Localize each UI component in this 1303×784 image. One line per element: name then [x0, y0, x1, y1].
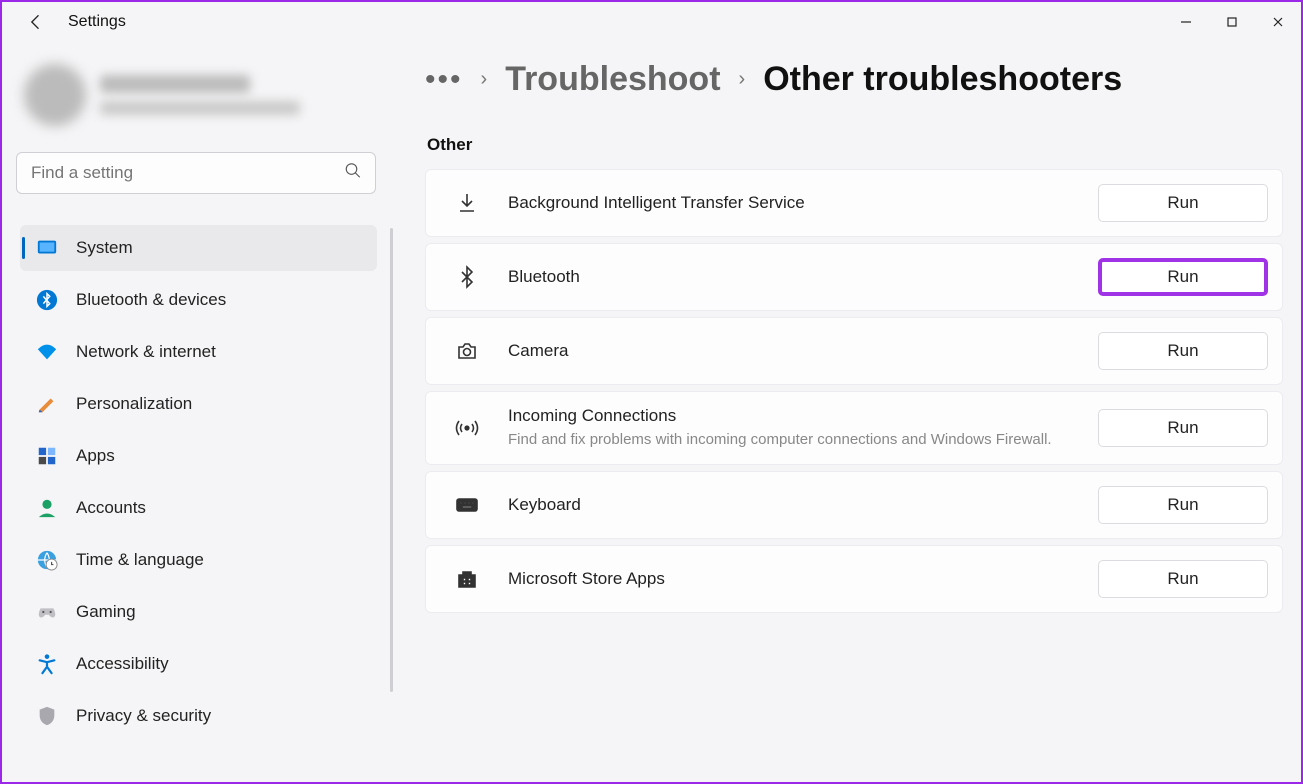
sidebar-item-accessibility[interactable]: Accessibility	[20, 641, 377, 687]
app-title: Settings	[68, 13, 126, 31]
personalization-icon	[36, 393, 58, 415]
troubleshooter-card: Incoming Connections Find and fix proble…	[425, 391, 1283, 465]
profile-name	[100, 75, 250, 93]
search-icon	[344, 162, 362, 185]
profile-block[interactable]	[16, 54, 397, 152]
time-language-icon	[36, 549, 58, 571]
sidebar-item-time-language[interactable]: Time & language	[20, 537, 377, 583]
run-button[interactable]: Run	[1098, 332, 1268, 370]
troubleshooter-card: Camera Run	[425, 317, 1283, 385]
search-input[interactable]	[16, 152, 376, 194]
card-title: Background Intelligent Transfer Service	[508, 193, 1098, 213]
profile-email	[100, 101, 300, 115]
card-title: Camera	[508, 341, 1098, 361]
run-button[interactable]: Run	[1098, 560, 1268, 598]
breadcrumb-more[interactable]: •••	[425, 63, 463, 97]
sidebar-item-network[interactable]: Network & internet	[20, 329, 377, 375]
troubleshooter-list: Background Intelligent Transfer Service …	[425, 169, 1283, 613]
keyboard-icon	[454, 492, 480, 518]
sidebar-item-label: Bluetooth & devices	[76, 290, 226, 310]
search-box	[16, 152, 376, 194]
sidebar-item-apps[interactable]: Apps	[20, 433, 377, 479]
sidebar-item-accounts[interactable]: Accounts	[20, 485, 377, 531]
card-title: Keyboard	[508, 495, 1098, 515]
chevron-right-icon: ›	[481, 68, 488, 91]
sidebar-item-label: Apps	[76, 446, 115, 466]
camera-icon	[454, 338, 480, 364]
accounts-icon	[36, 497, 58, 519]
card-subtitle: Find and fix problems with incoming comp…	[508, 430, 1068, 450]
sidebar-item-label: Privacy & security	[76, 706, 211, 726]
breadcrumb: ••• › Troubleshoot › Other troubleshoote…	[425, 60, 1283, 99]
troubleshooter-card: Microsoft Store Apps Run	[425, 545, 1283, 613]
download-icon	[454, 190, 480, 216]
signal-icon	[454, 415, 480, 441]
troubleshooter-card: Keyboard Run	[425, 471, 1283, 539]
troubleshooter-card: Background Intelligent Transfer Service …	[425, 169, 1283, 237]
network-icon	[36, 341, 58, 363]
breadcrumb-parent[interactable]: Troubleshoot	[505, 60, 720, 99]
sidebar-item-label: Personalization	[76, 394, 192, 414]
card-title: Microsoft Store Apps	[508, 569, 1098, 589]
chevron-right-icon: ›	[739, 68, 746, 91]
sidebar-item-privacy[interactable]: Privacy & security	[20, 693, 377, 739]
profile-text	[100, 75, 300, 115]
sidebar-item-system[interactable]: System	[20, 225, 377, 271]
sidebar-item-label: System	[76, 238, 133, 258]
card-title: Incoming Connections	[508, 406, 1098, 426]
sidebar-item-personalization[interactable]: Personalization	[20, 381, 377, 427]
run-button[interactable]: Run	[1098, 486, 1268, 524]
privacy-icon	[36, 705, 58, 727]
bluetooth-icon	[36, 289, 58, 311]
window-controls	[1163, 2, 1301, 42]
sidebar: System Bluetooth & devices Network & int…	[2, 42, 397, 782]
sidebar-item-label: Accounts	[76, 498, 146, 518]
avatar	[24, 64, 86, 126]
section-heading: Other	[427, 135, 1283, 155]
sidebar-item-bluetooth[interactable]: Bluetooth & devices	[20, 277, 377, 323]
run-button[interactable]: Run	[1098, 409, 1268, 447]
run-button[interactable]: Run	[1098, 258, 1268, 296]
sidebar-item-gaming[interactable]: Gaming	[20, 589, 377, 635]
accessibility-icon	[36, 653, 58, 675]
close-button[interactable]	[1255, 2, 1301, 42]
sidebar-item-label: Time & language	[76, 550, 204, 570]
apps-icon	[36, 445, 58, 467]
page-title: Other troubleshooters	[763, 60, 1122, 99]
store-icon	[454, 566, 480, 592]
back-button[interactable]	[20, 6, 52, 38]
sidebar-item-label: Network & internet	[76, 342, 216, 362]
main-content: ••• › Troubleshoot › Other troubleshoote…	[397, 42, 1301, 782]
bluetooth-icon	[454, 264, 480, 290]
title-bar: Settings	[2, 2, 1301, 42]
system-icon	[36, 237, 58, 259]
maximize-button[interactable]	[1209, 2, 1255, 42]
card-title: Bluetooth	[508, 267, 1098, 287]
sidebar-item-label: Gaming	[76, 602, 136, 622]
gaming-icon	[36, 601, 58, 623]
sidebar-item-label: Accessibility	[76, 654, 169, 674]
nav-list: System Bluetooth & devices Network & int…	[16, 222, 381, 742]
minimize-button[interactable]	[1163, 2, 1209, 42]
troubleshooter-card: Bluetooth Run	[425, 243, 1283, 311]
run-button[interactable]: Run	[1098, 184, 1268, 222]
